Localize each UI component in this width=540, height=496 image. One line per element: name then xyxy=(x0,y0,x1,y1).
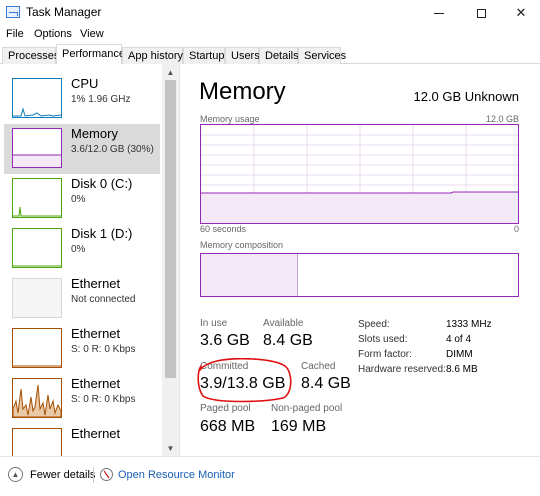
in-use-label: In use xyxy=(200,318,228,329)
fewer-details-link[interactable]: Fewer details xyxy=(30,469,95,481)
tab-strip: Processes Performance App history Startu… xyxy=(0,44,540,65)
sidebar-item-detail: S: 0 R: 0 Kbps xyxy=(71,344,136,355)
tab-app-history[interactable]: App history xyxy=(122,47,183,64)
scroll-up-arrow-icon[interactable]: ▲ xyxy=(162,64,179,80)
memory-usage-label: Memory usage xyxy=(200,114,260,124)
non-paged-pool-value: 169 MB xyxy=(271,418,327,435)
maximize-button[interactable] xyxy=(462,0,500,26)
sidebar-item-memory[interactable]: Memory 3.6/12.0 GB (30%) xyxy=(4,124,160,174)
ethernet-4-thumbnail xyxy=(12,428,62,456)
non-paged-pool-label: Non-paged pool xyxy=(271,403,343,414)
sidebar-item-detail: S: 0 R: 0 Kbps xyxy=(71,394,136,405)
ethernet-3-thumbnail xyxy=(12,378,62,418)
sidebar-item-label: Ethernet xyxy=(71,326,121,341)
open-resource-monitor-link[interactable]: Open Resource Monitor xyxy=(118,469,235,481)
close-icon: ✕ xyxy=(515,5,527,20)
speed-label: Speed: xyxy=(358,319,390,330)
tab-details[interactable]: Details xyxy=(259,47,299,64)
composition-in-use-segment xyxy=(201,254,298,296)
scroll-down-arrow-icon[interactable]: ▼ xyxy=(162,440,179,456)
sidebar-item-label: Disk 0 (C:) xyxy=(71,176,133,191)
sidebar-item-disk-1[interactable]: Disk 1 (D:) 0% xyxy=(4,224,160,274)
sidebar-item-disk-0[interactable]: Disk 0 (C:) 0% xyxy=(4,174,160,224)
paged-pool-label: Paged pool xyxy=(200,403,251,414)
slots-used-value: 4 of 4 xyxy=(446,334,472,345)
chevron-up-icon[interactable]: ▲ xyxy=(8,467,23,482)
red-circle-annotation xyxy=(197,358,292,403)
sidebar-item-label: Ethernet xyxy=(71,426,121,441)
memory-composition-label: Memory composition xyxy=(200,240,284,250)
memory-total-label: 12.0 GB Unknown xyxy=(413,89,519,104)
cached-value: 8.4 GB xyxy=(301,375,351,392)
minimize-icon xyxy=(434,12,444,14)
sidebar-scrollbar[interactable]: ▲ ▼ xyxy=(162,64,179,456)
in-use-value: 3.6 GB xyxy=(200,332,250,349)
resource-monitor-icon xyxy=(100,468,113,481)
sidebar-item-ethernet-1[interactable]: Ethernet Not connected xyxy=(4,274,160,324)
menu-options[interactable]: Options xyxy=(34,28,72,40)
footer-divider xyxy=(93,467,94,483)
ethernet-1-thumbnail xyxy=(12,278,62,318)
window-title: Task Manager xyxy=(26,5,102,19)
disk-0-thumbnail xyxy=(12,178,62,218)
form-factor-value: DIMM xyxy=(446,349,473,360)
sidebar-item-ethernet-2[interactable]: Ethernet S: 0 R: 0 Kbps xyxy=(4,324,160,374)
title-bar: Task Manager ✕ xyxy=(0,0,540,26)
ethernet-2-thumbnail xyxy=(12,328,62,368)
hardware-reserved-value: 8.6 MB xyxy=(446,364,478,375)
disk-1-thumbnail xyxy=(12,228,62,268)
available-value: 8.4 GB xyxy=(263,332,313,349)
tab-processes[interactable]: Processes xyxy=(2,47,59,64)
footer-bar: ▲ Fewer details Open Resource Monitor xyxy=(0,456,540,496)
scrollbar-thumb[interactable] xyxy=(165,80,176,378)
graph-axis-right: 0 xyxy=(513,224,519,234)
sidebar-item-detail: 0% xyxy=(71,244,86,255)
tab-users[interactable]: Users xyxy=(225,47,260,64)
graph-axis-left: 60 seconds xyxy=(200,224,247,234)
sidebar-item-label: CPU xyxy=(71,76,99,91)
sidebar-item-detail: 0% xyxy=(71,194,86,205)
sidebar-item-label: Disk 1 (D:) xyxy=(71,226,133,241)
cpu-thumbnail xyxy=(12,78,62,118)
memory-usage-graph xyxy=(200,124,519,224)
menu-file[interactable]: File xyxy=(6,28,24,40)
menu-bar: File Options View xyxy=(0,26,540,44)
menu-view[interactable]: View xyxy=(80,28,104,40)
close-button[interactable]: ✕ xyxy=(502,0,540,26)
task-manager-icon xyxy=(6,6,20,18)
sidebar-item-cpu[interactable]: CPU 1% 1.96 GHz xyxy=(4,74,160,124)
tab-performance[interactable]: Performance xyxy=(56,44,125,65)
memory-composition-bar xyxy=(200,253,519,297)
hardware-reserved-label: Hardware reserved: xyxy=(358,364,446,375)
sidebar-item-detail: 1% 1.96 GHz xyxy=(71,94,131,105)
maximize-icon xyxy=(476,8,486,18)
tab-services[interactable]: Services xyxy=(298,47,346,64)
resource-list: CPU 1% 1.96 GHz Memory 3.6/12.0 GB (30%)… xyxy=(0,64,180,456)
available-label: Available xyxy=(263,318,304,329)
sidebar-item-label: Ethernet xyxy=(71,376,121,391)
sidebar-item-label: Memory xyxy=(71,126,118,141)
tab-startup[interactable]: Startup xyxy=(183,47,225,64)
paged-pool-value: 668 MB xyxy=(200,418,256,435)
memory-usage-max: 12.0 GB xyxy=(485,114,519,124)
memory-detail-panel: Memory 12.0 GB Unknown Memory usage 12.0… xyxy=(181,64,540,456)
speed-value: 1333 MHz xyxy=(446,319,492,330)
minimize-button[interactable] xyxy=(420,0,458,26)
sidebar-item-label: Ethernet xyxy=(71,276,121,291)
form-factor-label: Form factor: xyxy=(358,349,412,360)
cached-label: Cached xyxy=(301,361,336,372)
sidebar-item-detail: 3.6/12.0 GB (30%) xyxy=(71,144,154,155)
sidebar-item-detail: Not connected xyxy=(71,294,136,305)
page-title: Memory xyxy=(199,78,286,105)
sidebar-item-ethernet-4[interactable]: Ethernet xyxy=(4,424,160,456)
memory-thumbnail xyxy=(12,128,62,168)
slots-used-label: Slots used: xyxy=(358,334,408,345)
sidebar-item-ethernet-3[interactable]: Ethernet S: 0 R: 0 Kbps xyxy=(4,374,160,424)
